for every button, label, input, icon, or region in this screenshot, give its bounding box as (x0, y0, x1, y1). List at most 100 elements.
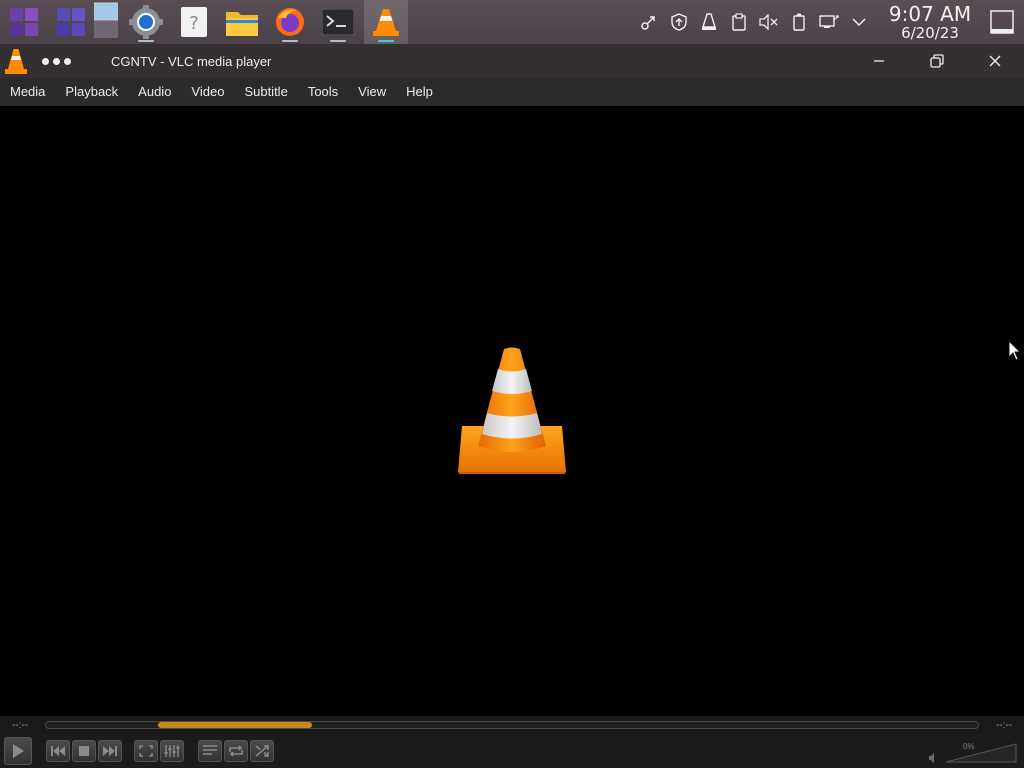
system-settings-button[interactable] (124, 0, 168, 44)
window-controls (850, 44, 1024, 78)
fullscreen-icon (139, 745, 153, 757)
shuffle-icon (255, 745, 269, 757)
restore-icon (930, 54, 944, 68)
file-manager-icon (226, 12, 258, 36)
seek-row: --:-- --:-- (0, 716, 1024, 734)
running-indicator (330, 40, 346, 42)
battery-icon (793, 13, 805, 31)
dot (41, 57, 49, 65)
vlc-cone-logo (458, 347, 566, 474)
window-titlebar[interactable]: CGNTV - VLC media player (0, 44, 1024, 78)
more-actions-button[interactable] (32, 57, 80, 65)
menu-view[interactable]: View (348, 78, 396, 106)
dot (63, 57, 71, 65)
video-area[interactable] (0, 106, 1024, 716)
desktop-pager[interactable] (94, 0, 118, 44)
equalizer-icon (164, 745, 180, 757)
window-menu-button[interactable] (0, 44, 32, 78)
previous-icon (51, 746, 65, 756)
vlc-tray-icon (702, 13, 716, 30)
vlc-icon (5, 49, 27, 74)
remaining-time[interactable]: --:-- (984, 720, 1024, 731)
loop-icon (229, 745, 243, 757)
battery-button[interactable] (784, 0, 814, 44)
terminal-button[interactable] (316, 0, 360, 44)
show-desktop-icon (990, 10, 1014, 34)
playback-controls: 0% (0, 734, 1024, 768)
fullscreen-button[interactable] (134, 740, 158, 762)
dot (52, 57, 60, 65)
seek-buffer-fill (157, 722, 312, 728)
desktop-pager-icon (94, 2, 118, 38)
menu-tools[interactable]: Tools (298, 78, 348, 106)
volume-muted-icon (759, 14, 778, 30)
vlc-icon (373, 9, 399, 36)
extended-settings-button[interactable] (160, 740, 184, 762)
play-icon (13, 744, 24, 758)
show-desktop-button[interactable] (980, 0, 1024, 44)
clipboard-icon (732, 13, 746, 31)
playlist-icon (203, 745, 217, 755)
kde-connect-icon (641, 16, 655, 30)
digital-clock[interactable]: 9:07 AM 6/20/23 (880, 4, 980, 41)
clock-time: 9:07 AM (888, 1, 972, 26)
menu-help[interactable]: Help (396, 78, 443, 106)
vlc-tray-button[interactable] (694, 0, 724, 44)
volume-control[interactable]: 0% (928, 740, 1018, 764)
previous-button[interactable] (46, 740, 70, 762)
stop-icon (79, 746, 89, 756)
close-icon (989, 55, 1001, 67)
minimize-button[interactable] (850, 44, 908, 78)
menu-audio[interactable]: Audio (128, 78, 181, 106)
kde-connect-button[interactable] (634, 0, 664, 44)
menu-subtitle[interactable]: Subtitle (234, 78, 297, 106)
clock-date: 6/20/23 (901, 23, 959, 42)
play-button[interactable] (4, 737, 32, 765)
volume-slider[interactable] (944, 742, 1018, 764)
expand-tray-icon (852, 18, 866, 27)
active-indicator (378, 40, 394, 42)
menu-media[interactable]: Media (0, 78, 55, 106)
next-button[interactable] (98, 740, 122, 762)
network-icon (819, 15, 839, 28)
update-button[interactable] (664, 0, 694, 44)
seek-slider[interactable] (45, 721, 979, 729)
next-icon (103, 746, 117, 756)
system-settings-icon (129, 5, 163, 39)
help-button[interactable]: ? (172, 0, 216, 44)
volume-button[interactable] (754, 0, 784, 44)
terminal-icon (322, 9, 354, 35)
mouse-cursor-icon (1008, 340, 1022, 361)
firefox-icon (276, 8, 304, 36)
overview-button[interactable] (48, 0, 94, 44)
help-icon: ? (181, 7, 207, 37)
menu-bar: Media Playback Audio Video Subtitle Tool… (0, 78, 1024, 106)
speaker-icon (929, 753, 934, 763)
shuffle-button[interactable] (250, 740, 274, 762)
expand-tray-button[interactable] (844, 0, 874, 44)
playlist-button[interactable] (198, 740, 222, 762)
window-title: CGNTV - VLC media player (111, 53, 272, 69)
firefox-button[interactable] (268, 0, 312, 44)
update-icon (671, 13, 687, 31)
restore-button[interactable] (908, 44, 966, 78)
running-indicator (138, 40, 154, 42)
elapsed-time[interactable]: --:-- (0, 720, 40, 731)
file-manager-button[interactable] (220, 0, 264, 44)
system-tray: 9:07 AM 6/20/23 (634, 0, 1024, 44)
svg-text:?: ? (189, 13, 199, 34)
close-button[interactable] (966, 44, 1024, 78)
clipboard-button[interactable] (724, 0, 754, 44)
app-launcher-button[interactable] (0, 0, 48, 44)
app-launcher-icon (10, 8, 38, 36)
minimize-icon (874, 60, 884, 62)
stop-button[interactable] (72, 740, 96, 762)
running-indicator (282, 40, 298, 42)
loop-button[interactable] (224, 740, 248, 762)
vlc-taskbar-button[interactable] (364, 0, 408, 44)
taskbar: ? 9:07 AM 6/20/23 (0, 0, 1024, 44)
menu-video[interactable]: Video (181, 78, 234, 106)
overview-icon (57, 8, 85, 36)
network-button[interactable] (814, 0, 844, 44)
menu-playback[interactable]: Playback (55, 78, 128, 106)
